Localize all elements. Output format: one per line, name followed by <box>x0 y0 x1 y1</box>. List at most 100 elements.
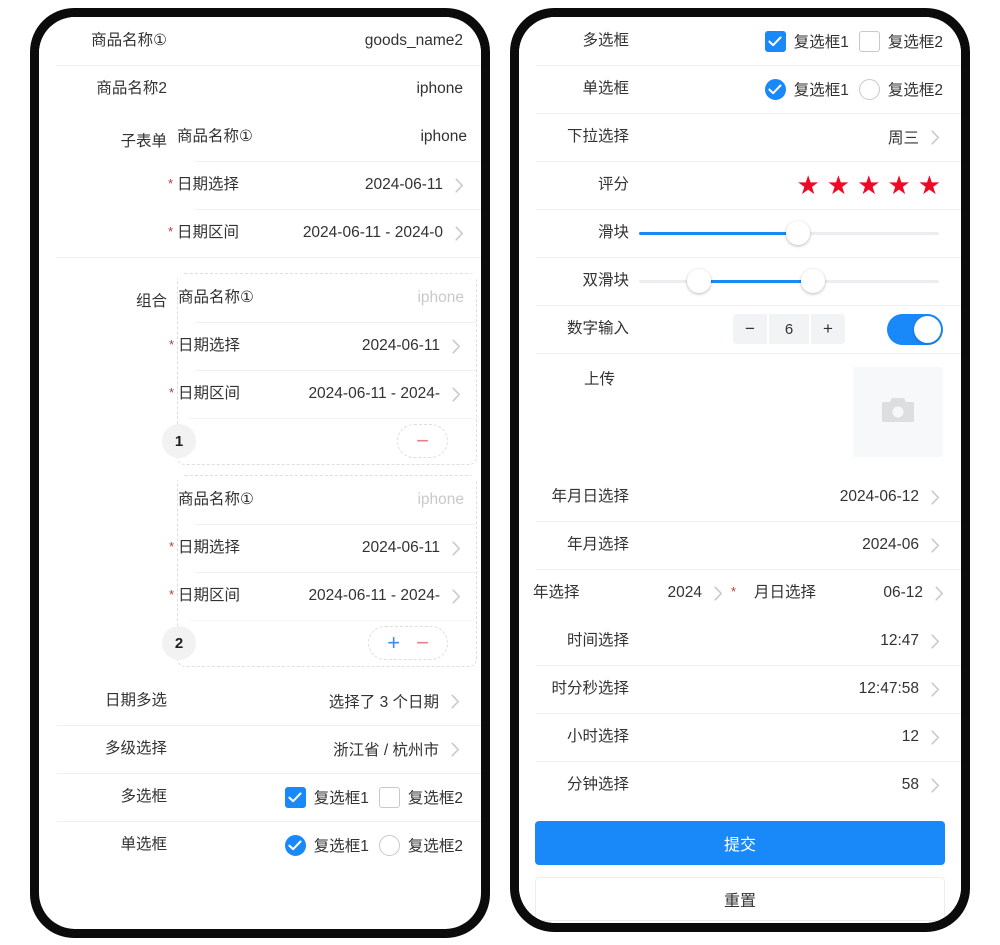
form-row-slider[interactable]: 滑块 <box>519 209 961 257</box>
field-label-combo1-1: 商品名称① <box>178 288 254 306</box>
field-label-time-1: 时间选择 <box>519 631 639 651</box>
form-row-split: 年选择 2024 月日选择 06-12 <box>519 569 961 617</box>
remove-item-button[interactable]: − <box>416 430 429 452</box>
field-label-goods-1: 商品名称① <box>91 31 167 49</box>
field-label-upload: 上传 <box>519 367 625 389</box>
form-half-year-select[interactable]: 年选择 2024 <box>519 569 740 617</box>
rating-stars[interactable]: ★ ★ ★ ★ ★ <box>639 172 943 198</box>
remove-item-button[interactable]: − <box>416 632 429 654</box>
form-row-time-2[interactable]: 时分秒选择 12:47:58 <box>519 665 961 713</box>
form-row-tail-1[interactable]: 日期多选 选择了 3 个日期 <box>39 677 481 725</box>
range-slider-handle-start[interactable] <box>687 269 711 293</box>
form-row-right-radio[interactable]: 单选框 复选框1 复选框2 <box>519 65 961 113</box>
form-row-time-3[interactable]: 小时选择 12 <box>519 713 961 761</box>
form-row-left-radio[interactable]: 单选框 复选框1 复选框2 <box>39 821 481 869</box>
reset-button[interactable]: 重置 <box>535 877 945 921</box>
form-row-date-2[interactable]: 年月选择 2024-06 <box>519 521 961 569</box>
form-half-month-day-select[interactable]: 月日选择 06-12 <box>731 569 961 617</box>
form-row-subform-2[interactable]: 日期选择 2024-06-11 <box>168 161 481 209</box>
toggle-switch[interactable] <box>887 313 943 345</box>
form-row-goods-1[interactable]: 商品名称① goods_name2 <box>39 17 481 65</box>
form-row-right-checkbox[interactable]: 多选框 复选框1 复选框2 <box>519 17 961 65</box>
combo-card: 商品名称① iphone 日期选择 2024-06-11 日期区间 2024-06-11 … <box>162 475 477 667</box>
subform-block: 子表单商品名称① iphone 日期选择 2024-06-11 日期区间 2024-06-… <box>39 113 481 257</box>
add-item-button[interactable]: + <box>387 632 400 654</box>
field-label-tail-1: 日期多选 <box>104 691 167 709</box>
field-value-time-3: 12 <box>901 728 919 745</box>
radio-option-1[interactable]: 复选框1 <box>284 834 369 856</box>
radio-label-1: 复选框1 <box>793 82 849 99</box>
checkbox-option-1[interactable]: 复选框1 <box>764 30 849 52</box>
checkbox-option-2[interactable]: 复选框2 <box>858 30 943 52</box>
form-row-subform-1[interactable]: 商品名称① iphone <box>177 113 481 161</box>
radio-box-1[interactable] <box>764 78 786 100</box>
form-row-combo1-1[interactable]: 商品名称① iphone <box>178 274 476 322</box>
radio-option-2[interactable]: 复选框2 <box>378 834 463 856</box>
form-row-combo2-1[interactable]: 商品名称① iphone <box>178 476 476 524</box>
radio-label-1: 复选框1 <box>313 838 369 855</box>
chevron-right-icon <box>931 585 947 601</box>
form-row-left-checkbox[interactable]: 多选框 复选框1 复选框2 <box>39 773 481 821</box>
slider-control[interactable] <box>639 216 939 250</box>
checkbox-box-2[interactable] <box>858 30 880 52</box>
field-value-time-2: 12:47:58 <box>858 680 919 697</box>
field-label-combo1-3: 日期区间 <box>169 384 250 404</box>
form-row-combo1-2[interactable]: 日期选择 2024-06-11 <box>169 322 476 370</box>
form-row-combo2-2[interactable]: 日期选择 2024-06-11 <box>169 524 476 572</box>
form-row-goods-2[interactable]: 商品名称2 iphone <box>39 65 481 113</box>
radio-option-2[interactable]: 复选框2 <box>858 78 943 100</box>
stepper-minus-button[interactable]: − <box>733 314 767 344</box>
stepper-plus-button[interactable]: + <box>811 314 845 344</box>
form-scroll-right[interactable]: 多选框复选框1复选框2单选框复选框1复选框2下拉选择周三评分★★★★★滑块双滑块… <box>519 17 961 923</box>
stepper-value[interactable]: 6 <box>769 314 809 344</box>
checkbox-box-2[interactable] <box>378 786 400 808</box>
field-label-left-checkbox: 多选框 <box>39 787 177 807</box>
field-value-goods-2: iphone <box>416 80 463 97</box>
star-icon-3[interactable]: ★ <box>857 172 880 198</box>
form-row-date-1[interactable]: 年月日选择 2024-06-12 <box>519 473 961 521</box>
star-icon-2[interactable]: ★ <box>827 172 850 198</box>
star-icon-1[interactable]: ★ <box>796 172 819 198</box>
form-row-stepper[interactable]: 数字输入 −6+ <box>519 305 961 353</box>
form-row-tail-2[interactable]: 多级选择 浙江省 / 杭州市 <box>39 725 481 773</box>
form-row-rate[interactable]: 评分 ★ ★ ★ ★ ★ <box>519 161 961 209</box>
form-row-combo2-3[interactable]: 日期区间 2024-06-11 - 2024- <box>169 572 476 620</box>
form-row-subform-3[interactable]: 日期区间 2024-06-11 - 2024-0 <box>168 209 481 257</box>
field-label-date-2: 年月选择 <box>519 535 639 555</box>
radio-box-2[interactable] <box>858 78 880 100</box>
subform-divider <box>39 257 481 273</box>
field-value-subform-2: 2024-06-11 <box>364 176 443 193</box>
range-slider-handle-end[interactable] <box>801 269 825 293</box>
star-icon-5[interactable]: ★ <box>918 172 941 198</box>
star-icon-4[interactable]: ★ <box>887 172 910 198</box>
upload-area <box>625 367 943 457</box>
field-value-combo1-3: 2024-06-11 - 2024- <box>308 385 440 402</box>
radio-box-1[interactable] <box>284 834 306 856</box>
form-row-combo1-3[interactable]: 日期区间 2024-06-11 - 2024- <box>169 370 476 418</box>
checkbox-option-1[interactable]: 复选框1 <box>284 786 369 808</box>
slider-handle[interactable] <box>786 221 810 245</box>
checkbox-option-2[interactable]: 复选框2 <box>378 786 463 808</box>
form-row-range-slider[interactable]: 双滑块 <box>519 257 961 305</box>
form-scroll-left[interactable]: 商品名称①goods_name2 商品名称2 iphone 子表单商品名称①iphon… <box>39 17 481 929</box>
quantity-stepper[interactable]: −6 + <box>733 314 845 344</box>
range-slider-control[interactable] <box>639 264 939 298</box>
form-row-time-4[interactable]: 分钟选择 58 <box>519 761 961 809</box>
field-value-tail-1: 选择了 3 个日期 <box>328 694 439 711</box>
field-label-goods-2: 商品名称2 <box>39 79 177 99</box>
radio-label-2: 复选框2 <box>887 82 943 99</box>
upload-button[interactable] <box>853 367 943 457</box>
form-row-select[interactable]: 下拉选择 周三 <box>519 113 961 161</box>
checkbox-box-1[interactable] <box>764 30 786 52</box>
field-label-tail-2: 多级选择 <box>39 739 177 759</box>
submit-button[interactable]: 提交 <box>535 821 945 865</box>
combo-card-ops: + − <box>368 626 448 660</box>
chevron-right-icon <box>927 729 943 745</box>
form-row-time-1[interactable]: 时间选择 12:47 <box>519 617 961 665</box>
radio-box-2[interactable] <box>378 834 400 856</box>
radio-option-1[interactable]: 复选框1 <box>764 78 849 100</box>
field-value-year-select: 2024 <box>667 584 702 601</box>
field-value-combo1-1: iphone <box>417 289 464 306</box>
option-group-right-radio: 复选框1 复选框2 <box>639 78 943 100</box>
checkbox-box-1[interactable] <box>284 786 306 808</box>
